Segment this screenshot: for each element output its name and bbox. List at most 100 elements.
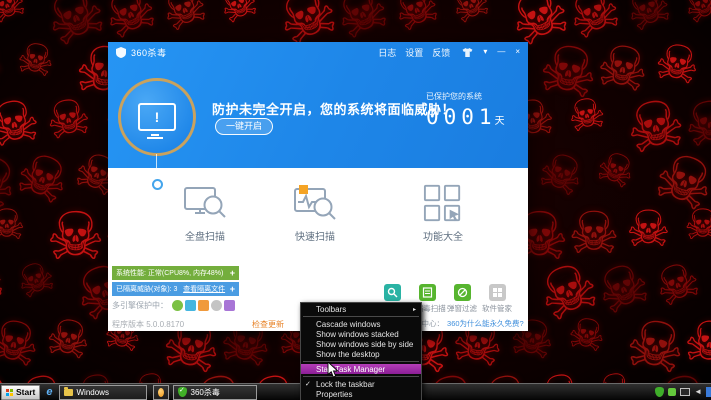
software-manager-button[interactable]	[489, 284, 506, 301]
check-update-link[interactable]: 检查更新	[252, 319, 284, 330]
skin-icon[interactable]	[462, 47, 473, 57]
enable-protection-button[interactable]: 一键开启	[215, 118, 273, 135]
protected-days-panel: 已保护您的系统 0001天	[426, 91, 505, 129]
menu-item-start-task-manager[interactable]: Start Task Manager	[301, 364, 421, 374]
popup-filter-button[interactable]	[454, 284, 471, 301]
protection-shield-icon[interactable]: !	[118, 78, 196, 156]
feature-center-label: 功能大全	[423, 232, 463, 243]
warning-headline: 防护未完全开启，您的系统将面临威胁！	[212, 102, 456, 117]
quick-scan-icon	[294, 185, 336, 220]
window-title: 360杀毒	[131, 47, 167, 58]
windows-flag-icon	[6, 388, 13, 396]
performance-text: 系统性能: 正常(CPU8%, 内存48%)	[116, 270, 224, 277]
magnifier-icon	[387, 287, 398, 298]
close-button[interactable]: ×	[515, 48, 520, 56]
macro-virus-scan-button[interactable]	[419, 284, 436, 301]
view-quarantine-link[interactable]: 查看隔离文件	[183, 284, 225, 294]
quick-scan-label: 快速扫描	[295, 232, 335, 243]
titlebar: 360杀毒 日志 设置 反馈 ▾ — ×	[108, 42, 528, 62]
antivirus-window: 360杀毒 日志 设置 反馈 ▾ — × ! 防护未完全开启，您的系统将面临威胁…	[108, 42, 528, 331]
protected-days-label: 已保护您的系统	[426, 92, 482, 101]
quick-scan-button[interactable]: 快速扫描	[270, 183, 360, 243]
taskbar-button-windows[interactable]: Windows	[58, 384, 147, 400]
engine-cloud-icon	[172, 300, 183, 311]
block-icon	[457, 287, 468, 298]
menu-log[interactable]: 日志	[378, 46, 396, 59]
skull-glyph: ☠	[563, 86, 610, 143]
skull-glyph: ☠	[589, 139, 643, 200]
engine-protection-row: 多引擎保护中：	[112, 300, 235, 311]
skull-glyph: ☠	[212, 0, 266, 35]
skull-glyph: ☠	[529, 138, 594, 210]
main-menu-caret-icon[interactable]: ▾	[483, 48, 487, 56]
tray-partial-icon[interactable]	[706, 387, 711, 397]
menu-item-lock-the-taskbar[interactable]: ✓ Lock the taskbar	[301, 379, 421, 389]
software-manager-label: 软件管家	[482, 304, 512, 313]
minimize-button[interactable]: —	[497, 48, 505, 56]
system-performance-bar[interactable]: 系统性能: 正常(CPU8%, 内存48%) +	[112, 266, 239, 280]
window-header: 360杀毒 日志 设置 反馈 ▾ — × ! 防护未完全开启，您的系统将面临威胁…	[108, 42, 528, 168]
360-shield-icon	[177, 386, 187, 397]
menu-settings[interactable]: 设置	[405, 46, 423, 59]
skull-glyph: ☠	[563, 306, 611, 363]
engine-repair-icon	[198, 300, 209, 311]
menu-item-show-the-desktop[interactable]: Show the desktop	[301, 349, 421, 359]
menu-item-show-windows-stacked[interactable]: Show windows stacked	[301, 329, 421, 339]
menu-item-properties[interactable]: Properties	[301, 389, 421, 399]
quarantine-text: 已隔离威胁(对象): 3	[116, 286, 178, 293]
four-squares-icon	[493, 288, 502, 297]
days-unit: 天	[494, 116, 505, 127]
orange-app-icon	[157, 387, 164, 397]
start-button-label: Start	[16, 387, 36, 397]
feature-grid-icon	[423, 184, 461, 222]
shield-connector-line	[156, 154, 157, 179]
message-center-link[interactable]: 360为什么能永久免费?	[447, 318, 524, 329]
menu-item-toolbars[interactable]: Toolbars ▸	[301, 304, 421, 314]
app-logo-icon	[116, 46, 126, 58]
engine-bitdefender-icon	[224, 300, 235, 311]
expand-plus-icon[interactable]: +	[230, 268, 235, 278]
skull-glyph: ☠	[0, 0, 34, 35]
skull-glyph: ☠	[0, 200, 26, 249]
quarantine-bar[interactable]: 已隔离威胁(对象): 3 查看隔离文件 +	[112, 282, 239, 296]
skull-glyph: ☠	[0, 31, 9, 97]
mouse-cursor	[327, 362, 339, 378]
document-grid-icon	[422, 287, 433, 298]
start-button[interactable]: Start	[1, 384, 41, 400]
menu-item-cascade-windows[interactable]: Cascade windows	[301, 319, 421, 329]
monitor-alert-icon: !	[138, 103, 176, 136]
version-label: 程序版本 5.0.0.8170	[112, 320, 185, 329]
full-scan-button[interactable]: 全盘扫描	[160, 183, 250, 243]
engine-qvm-icon	[185, 300, 196, 311]
taskbar-button-app[interactable]	[152, 384, 169, 400]
engines-label: 多引擎保护中：	[112, 301, 168, 310]
checkmark-icon: ✓	[305, 381, 311, 388]
tray-green-app-icon[interactable]	[668, 388, 677, 396]
connector-ring	[152, 179, 163, 190]
skull-glyph: ☠	[676, 0, 711, 35]
full-scan-label: 全盘扫描	[185, 232, 225, 243]
taskbar-button-360[interactable]: 360杀毒	[172, 384, 257, 400]
menu-separator	[303, 376, 419, 377]
custom-scan-button[interactable]	[384, 284, 401, 301]
tray-360-shield-icon[interactable]	[655, 387, 665, 397]
folder-icon	[63, 386, 73, 396]
menu-separator	[303, 316, 419, 317]
full-scan-icon	[184, 187, 226, 218]
submenu-arrow-icon: ▸	[412, 306, 416, 313]
engine-avira-icon	[211, 300, 222, 311]
skull-glyph: ☠	[684, 200, 711, 249]
taskbar-context-menu: Toolbars ▸ Cascade windows Show windows …	[300, 302, 422, 400]
menu-item-show-windows-side-by-side[interactable]: Show windows side by side	[301, 339, 421, 349]
feature-center-button[interactable]: 功能大全	[398, 183, 488, 243]
internet-explorer-icon[interactable]: e	[46, 386, 52, 398]
skull-glyph: ☠	[444, 0, 498, 35]
expand-plus-icon[interactable]: +	[230, 284, 235, 294]
menu-feedback[interactable]: 反馈	[432, 46, 450, 59]
tray-volume-icon[interactable]: ◄	[694, 388, 702, 396]
tray-network-icon[interactable]	[680, 388, 691, 396]
skull-glyph: ☠	[12, 31, 60, 88]
protected-days-value: 0001天	[426, 105, 505, 129]
screen: ☠ ☠ ☠ ☠ ☠ ☠ ☠ ☠ ☠ ☠ ☠ ☠ ☠ ☠ ☠ ☠ ☠ ☠ ☠ ☠ ☠ ☠ ☠ ☠ ☠ ☠ ☠ ☠ ☠ ☠ ☠ ☠ ☠ ☠ ☠ ☠ ☠ ☠ ☠ ☠…	[0, 0, 711, 400]
system-tray: ◄	[655, 387, 711, 397]
